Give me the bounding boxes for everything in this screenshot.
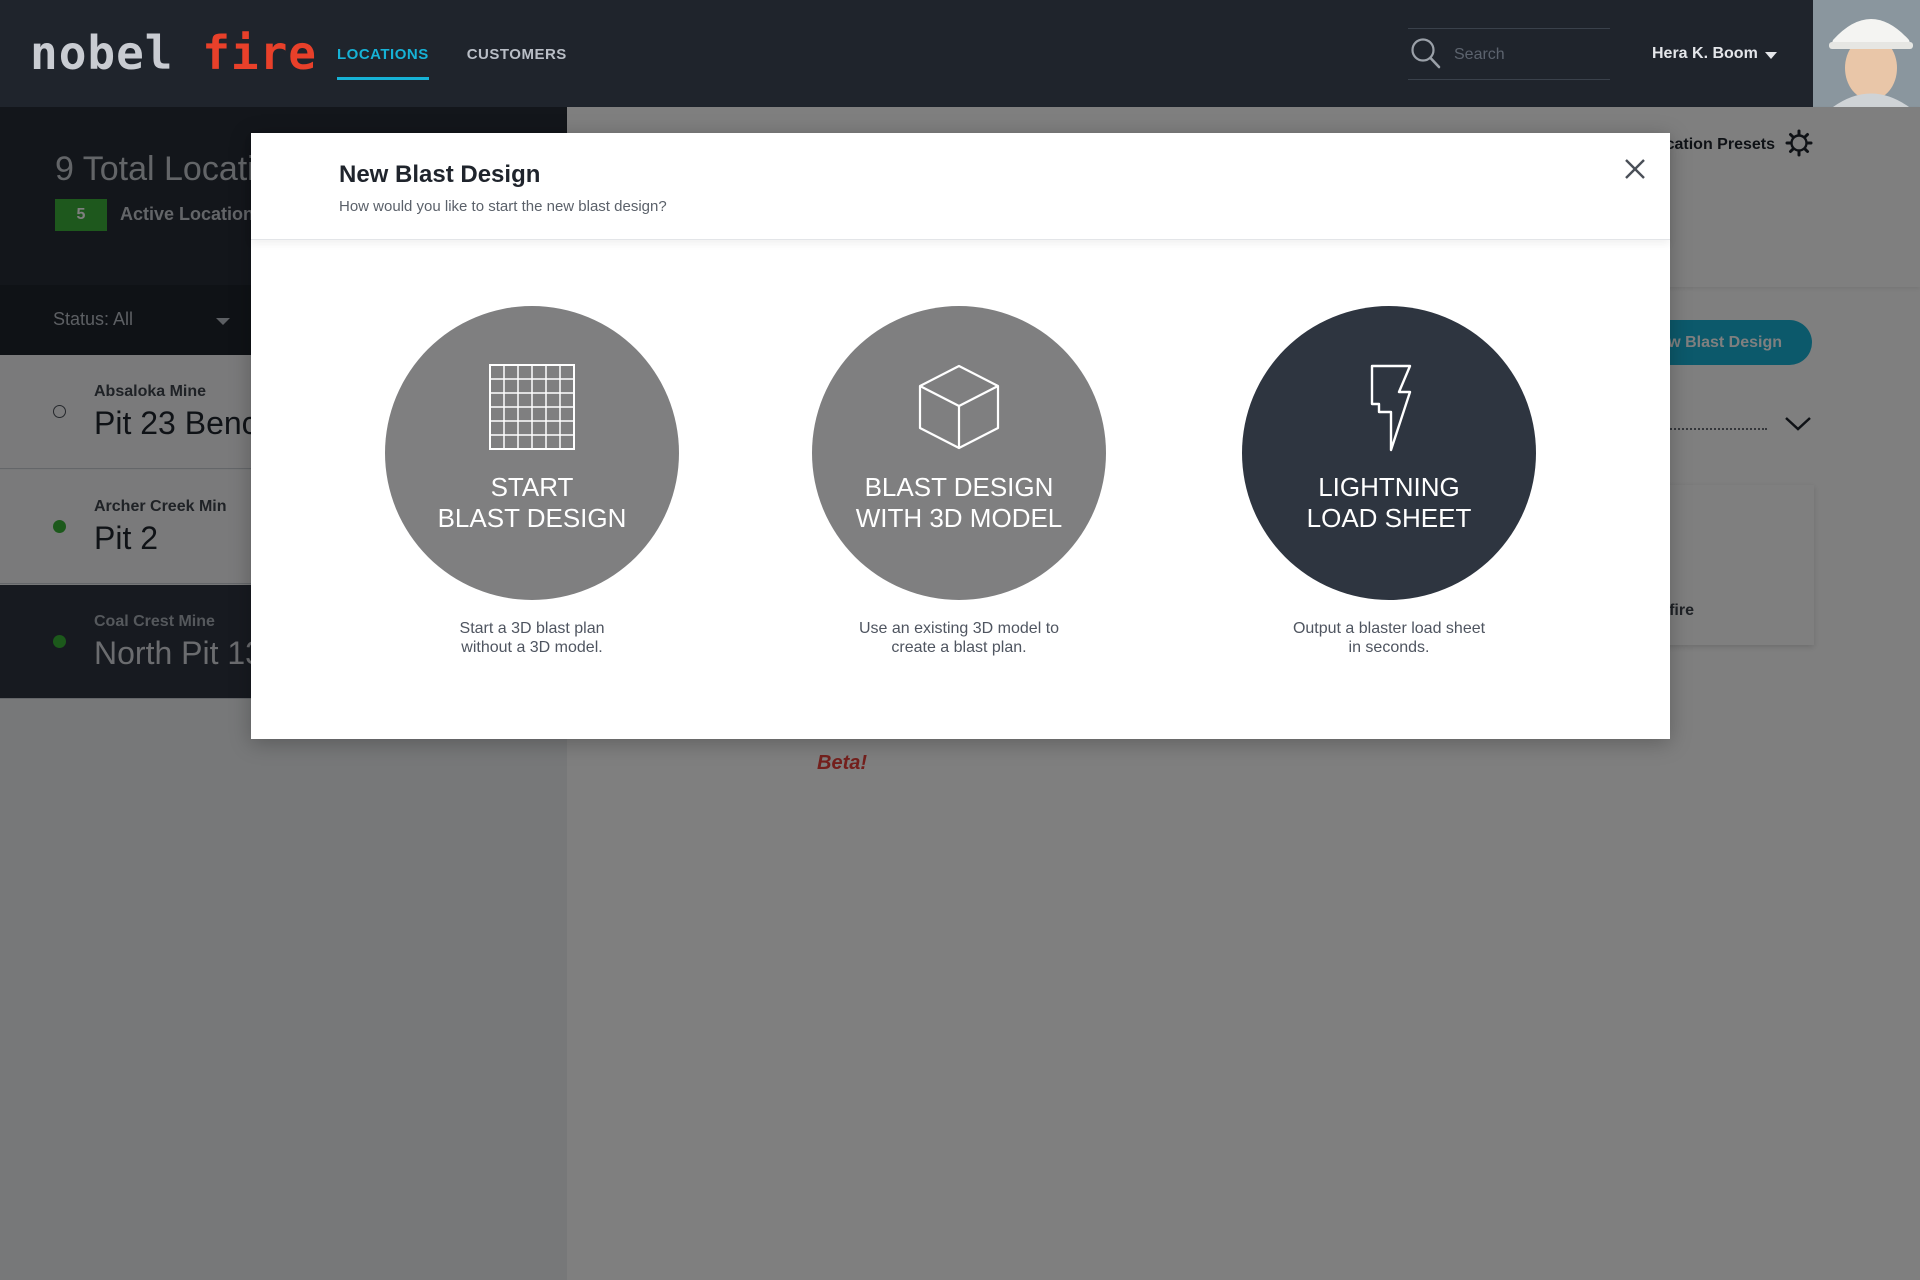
new-blast-design-modal: New Blast Design How would you like to s… (251, 133, 1670, 739)
main-nav: LOCATIONS CUSTOMERS (337, 46, 567, 80)
option-description-line2: without a 3D model. (461, 639, 603, 656)
option-label-line1: LIGHTNING (1318, 472, 1460, 502)
option-circle[interactable]: START BLAST DESIGN (385, 306, 679, 600)
nav-customers[interactable]: CUSTOMERS (467, 46, 567, 80)
option-description-line1: Use an existing 3D model to (858, 620, 1060, 637)
option-description-line2: in seconds. (1348, 639, 1430, 656)
nobel-fire-logo[interactable]: nobel fire (30, 30, 317, 76)
option-description: Output a blaster load sheet in seconds. (1212, 619, 1566, 657)
option-label-line2: BLAST DESIGN (437, 503, 627, 533)
logo-text-fire: fire (202, 26, 317, 80)
grid-icon (489, 364, 575, 450)
close-icon (1625, 159, 1645, 179)
close-button[interactable] (1621, 155, 1649, 183)
nav-locations[interactable]: LOCATIONS (337, 46, 429, 80)
search-icon[interactable] (1410, 37, 1442, 71)
option-label-line1: START (490, 472, 574, 502)
option-circle[interactable]: BLAST DESIGN WITH 3D MODEL (812, 306, 1106, 600)
option-description: Use an existing 3D model to create a bla… (782, 619, 1136, 657)
avatar[interactable] (1813, 0, 1920, 107)
avatar-image (1813, 0, 1920, 107)
search-box (1408, 28, 1610, 80)
modal-header: New Blast Design How would you like to s… (251, 133, 1670, 240)
option-label: START BLAST DESIGN (385, 472, 679, 534)
option-description-line1: Output a blaster load sheet (1292, 620, 1486, 637)
option-description-line1: Start a 3D blast plan (459, 620, 605, 637)
option-label-line2: WITH 3D MODEL (855, 503, 1063, 533)
modal-title: New Blast Design (339, 161, 541, 188)
search-input[interactable] (1454, 45, 1604, 65)
lightning-load-sheet-option[interactable]: LIGHTNING LOAD SHEET Output a blaster lo… (1242, 306, 1536, 656)
modal-subtitle: How would you like to start the new blas… (339, 198, 667, 215)
lightning-icon (1370, 364, 1412, 452)
start-blast-design-option[interactable]: START BLAST DESIGN Start a 3D blast plan… (385, 306, 679, 656)
top-bar: nobel fire LOCATIONS CUSTOMERS Hera K. B… (0, 0, 1920, 107)
option-circle[interactable]: LIGHTNING LOAD SHEET (1242, 306, 1536, 600)
option-label: BLAST DESIGN WITH 3D MODEL (812, 472, 1106, 534)
cube-icon (918, 364, 1000, 450)
user-name[interactable]: Hera K. Boom (1652, 45, 1758, 63)
option-description-line2: create a blast plan. (891, 639, 1027, 656)
option-label-line2: LOAD SHEET (1306, 503, 1472, 533)
option-label-line1: BLAST DESIGN (864, 472, 1054, 502)
blast-design-3d-model-option[interactable]: BLAST DESIGN WITH 3D MODEL Use an existi… (812, 306, 1106, 656)
logo-text-nobel: nobel (30, 26, 174, 80)
option-description: Start a 3D blast plan without a 3D model… (355, 619, 709, 657)
chevron-down-icon[interactable] (1765, 52, 1777, 59)
option-label: LIGHTNING LOAD SHEET (1242, 472, 1536, 534)
